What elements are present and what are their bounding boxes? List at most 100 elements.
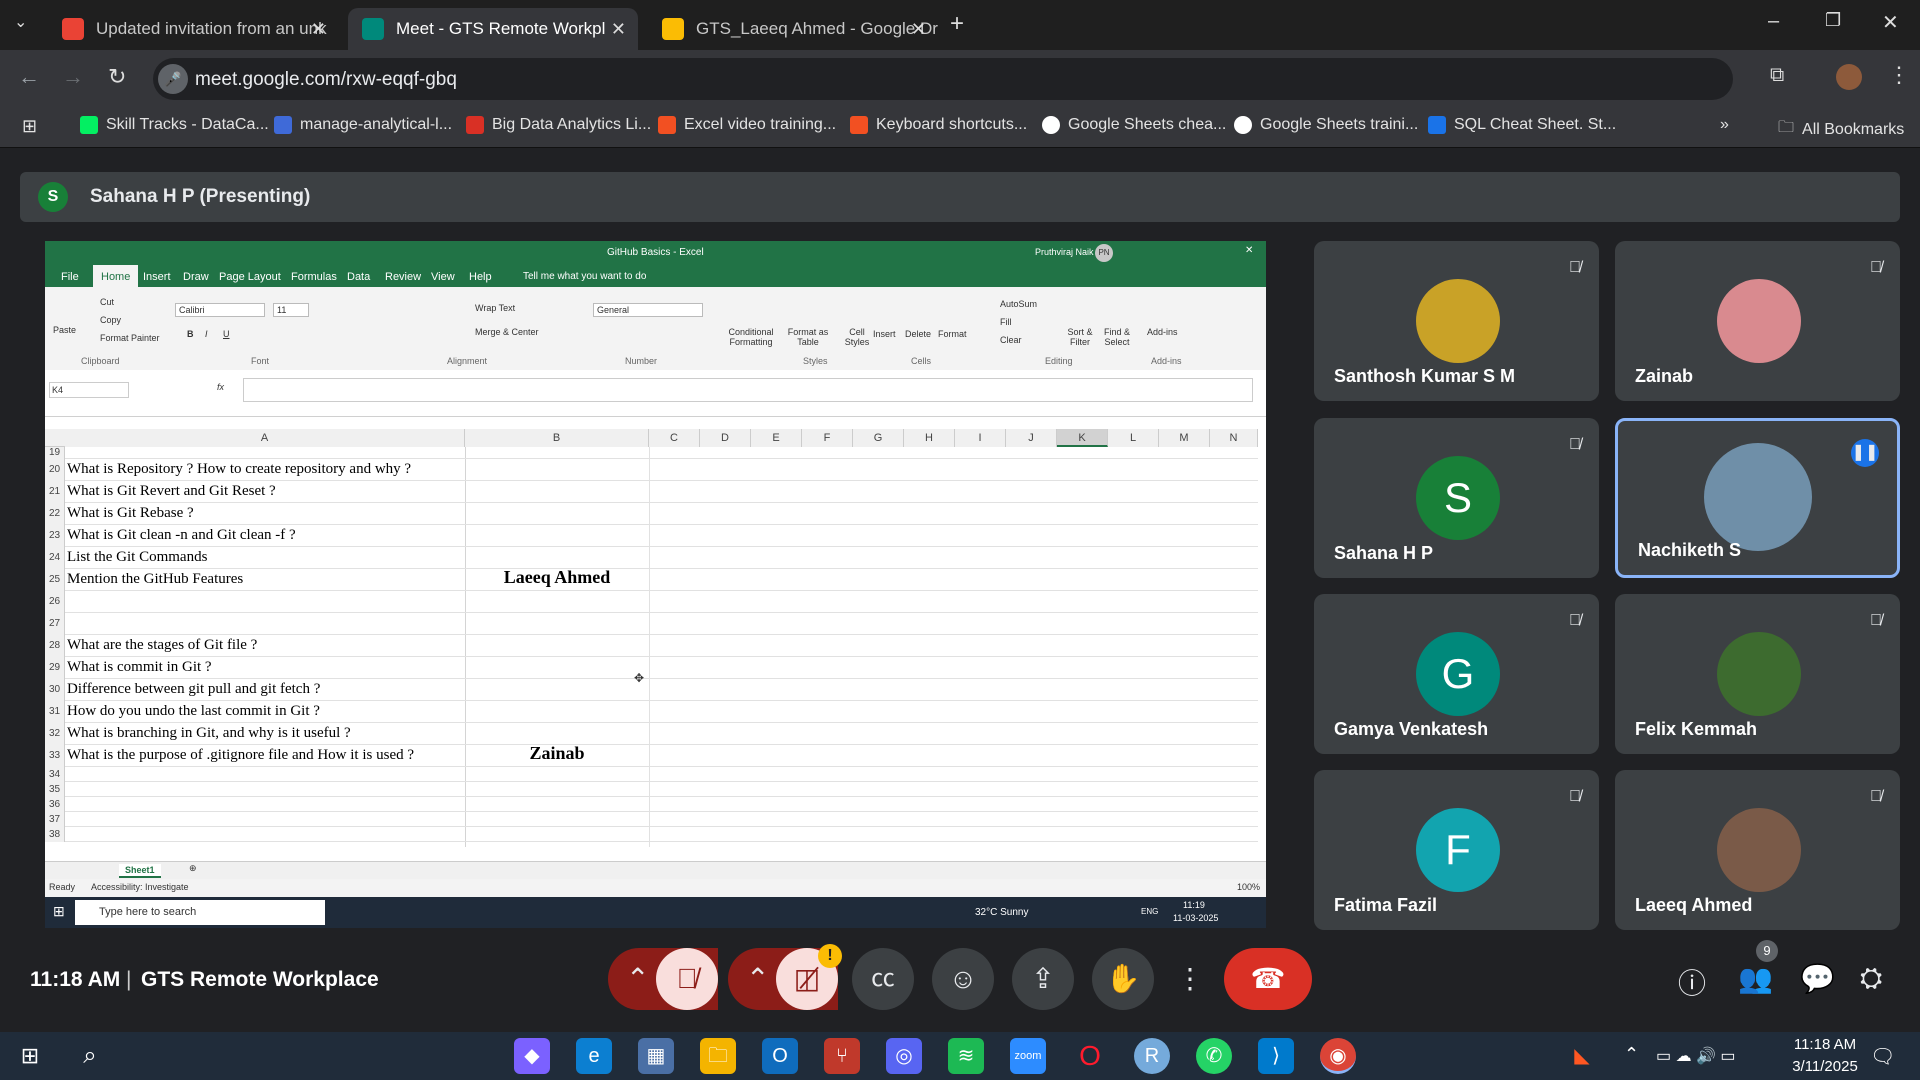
discord-icon[interactable]: ◎ [886,1038,922,1074]
tab-meet[interactable]: Meet - GTS Remote Workpl ✕ [348,8,638,50]
tab-gmail[interactable]: Updated invitation from an unk ✕ [48,8,338,50]
more-options-button[interactable]: ⋮ [1168,948,1212,1010]
copy-button: Copy [100,315,122,325]
forward-icon[interactable]: → [62,64,84,90]
reactions-button[interactable]: ☺ [932,948,994,1010]
captions-button[interactable]: ㏄ [852,948,914,1010]
participant-tile[interactable]: S 🎙̸ Sahana H P [1314,418,1599,578]
menu-review: Review [385,271,422,283]
outlook-icon[interactable]: O [762,1038,798,1074]
bookmark-item[interactable]: Big Data Analytics Li... [466,116,651,134]
bookmark-item[interactable]: Skill Tracks - DataCa... [80,116,269,134]
present-button[interactable]: ⇪ [1012,948,1074,1010]
people-count-badge: 9 [1756,940,1778,962]
col-e: E [751,429,802,447]
col-f: F [802,429,853,447]
profile-avatar[interactable] [1836,64,1862,90]
row-number: 26 [45,591,65,613]
file-explorer-icon[interactable]: 🗀 [700,1038,736,1074]
tab-search-icon[interactable]: ⌄ [14,12,27,32]
participant-tile[interactable]: 🎙̸ Felix Kemmah [1615,594,1900,754]
calculator-icon[interactable]: ▦ [638,1038,674,1074]
rstudio-icon[interactable]: R [1134,1038,1170,1074]
people-icon[interactable]: 👥 [1738,962,1773,995]
chrome-icon[interactable]: ◉ [1320,1038,1356,1074]
paste-button: Paste [53,325,77,335]
git-icon[interactable]: ⑂ [824,1038,860,1074]
inner-weather: 32°C Sunny [975,907,1029,918]
windows-start-icon[interactable]: ⊞ [12,1038,48,1074]
search-icon[interactable]: ⌕ [72,1038,108,1074]
participant-tile[interactable]: 🎙̸ Zainab [1615,241,1900,401]
menu-icon[interactable]: ⋮ [1888,62,1910,88]
table-row: 26 [45,591,1258,613]
taskbar-clock[interactable]: 11:18 AM [1788,1036,1862,1053]
bold-icon: B [187,329,194,339]
extensions-icon[interactable]: ⧉ [1770,64,1784,87]
cell-a: Mention the GitHub Features [67,571,244,587]
meeting-info-icon[interactable]: ⓘ [1678,962,1706,1002]
bookmark-item[interactable]: Keyboard shortcuts... [850,116,1027,134]
inner-lang: ENG [1141,907,1159,916]
bookmark-item[interactable]: manage-analytical-l... [274,116,452,134]
opera-icon[interactable]: O [1072,1038,1108,1074]
spotify-icon[interactable]: ≋ [948,1038,984,1074]
muted-mic-icon: 🎙̸ [1569,788,1581,805]
muted-mic-icon: 🎙̸ [1569,612,1581,629]
participant-tile-speaking[interactable]: ❚❚ Nachiketh S [1615,418,1900,578]
participant-tile[interactable]: 🎙̸ Laeeq Ahmed [1615,770,1900,930]
new-tab-button[interactable]: + [950,10,964,38]
taskbar-date[interactable]: 3/11/2025 [1788,1058,1862,1075]
row-number: 29 [45,657,65,679]
vscode-icon[interactable]: ⟩ [1258,1038,1294,1074]
url-text: meet.google.com/rxw-eqqf-gbq [195,69,457,90]
table-row: 36 [45,797,1258,812]
site-info-icon[interactable]: 🎤 [158,64,188,94]
bookmark-item[interactable]: SQL Cheat Sheet. St... [1428,116,1616,134]
minimize-button[interactable]: – [1768,10,1779,33]
close-icon[interactable]: ✕ [611,19,626,40]
close-icon[interactable]: ✕ [311,19,326,40]
url-input[interactable]: meet.google.com/rxw-eqqf-gbq [153,58,1733,100]
bookmark-item[interactable]: Excel video training... [658,116,836,134]
col-c: C [649,429,700,447]
font-name: Calibri [175,303,265,317]
tab-title: GTS_Laeeq Ahmed - Google Dr [696,19,938,38]
bookmark-item[interactable]: Google Sheets chea... [1042,116,1226,134]
more-bookmarks-icon[interactable]: » [1720,116,1729,134]
participant-tile[interactable]: G 🎙̸ Gamya Venkatesh [1314,594,1599,754]
row-number: 21 [45,481,65,503]
restore-button[interactable]: ❐ [1825,10,1841,31]
copilot-icon[interactable]: ◆ [514,1038,550,1074]
add-sheet-icon: ⊕ [189,863,197,873]
close-icon[interactable]: ✕ [911,19,926,40]
inner-windows-icon: ⊞ [53,903,65,919]
cell-a: How do you undo the last commit in Git ? [67,703,320,719]
participant-tile[interactable]: 🎙̸ Santhosh Kumar S M [1314,241,1599,401]
reload-icon[interactable]: ↻ [108,64,126,90]
tab-drive[interactable]: GTS_Laeeq Ahmed - Google Dr ✕ [648,8,938,50]
bookmark-item[interactable]: Google Sheets traini... [1234,116,1418,134]
raise-hand-button[interactable]: ✋ [1092,948,1154,1010]
participant-tile[interactable]: F 🎙̸ Fatima Fazil [1314,770,1599,930]
app-icon[interactable]: ◣ [1564,1038,1600,1074]
styles-group: Styles [803,356,828,366]
apps-icon[interactable]: ⊞ [22,116,37,137]
activities-icon[interactable]: ⛭ [1860,962,1882,995]
chat-icon[interactable]: 💬 [1800,962,1835,995]
muted-mic-icon: 🎙̸ [1870,259,1882,276]
row-number: 20 [45,459,65,481]
mic-toggle-button[interactable]: 🎙̸ [656,948,718,1010]
notifications-icon[interactable]: 🗨 [1870,1044,1895,1069]
table-row: 23 What is Git clean -n and Git clean -f … [45,525,1258,547]
whatsapp-icon[interactable]: ✆ [1196,1038,1232,1074]
cell-a: What is the purpose of .gitignore file a… [67,747,415,763]
participant-name: Santhosh Kumar S M [1334,366,1516,386]
zoom-icon[interactable]: zoom [1010,1038,1046,1074]
leave-call-button[interactable]: ☎ [1224,948,1312,1010]
edge-icon[interactable]: e [576,1038,612,1074]
close-window-button[interactable]: ✕ [1882,10,1899,35]
all-bookmarks[interactable]: 🗀 All Bookmarks [1778,116,1904,143]
back-icon[interactable]: ← [18,64,40,90]
tray-chevron-icon[interactable]: ⌃ [1624,1044,1639,1065]
